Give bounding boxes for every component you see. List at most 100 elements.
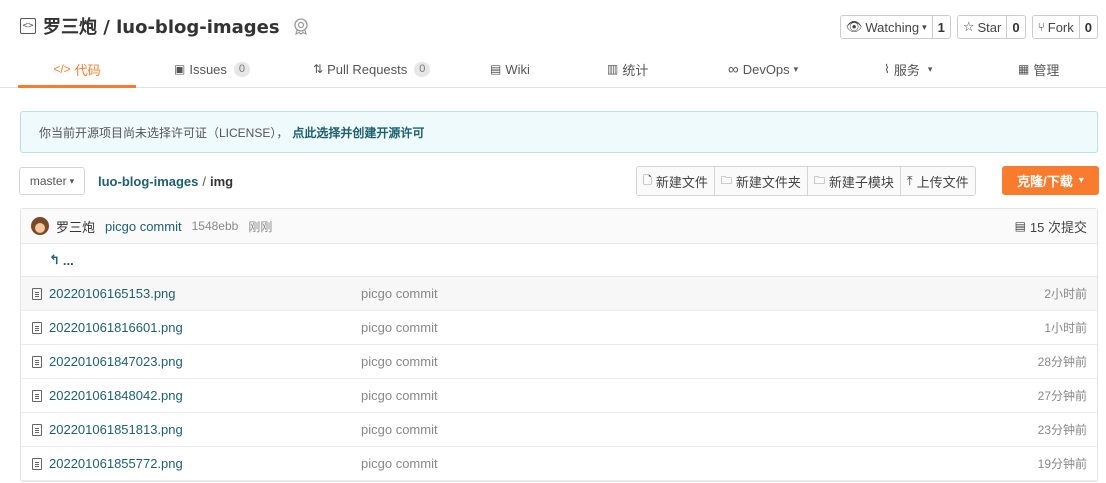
back-arrow-icon: ↰ bbox=[49, 252, 60, 267]
tab-label: Pull Requests bbox=[327, 61, 408, 77]
create-license-link[interactable]: 点此选择并创建开源许可 bbox=[292, 124, 424, 141]
file-name[interactable]: 202201061851813.png bbox=[49, 422, 183, 437]
star-count[interactable]: 0 bbox=[1006, 16, 1025, 38]
fork-icon: ⑂ bbox=[1037, 20, 1045, 34]
commit-count-link[interactable]: ▤ 15 次提交 bbox=[1015, 217, 1087, 236]
file-commit-message[interactable]: picgo commit bbox=[361, 456, 438, 471]
breadcrumb-repo[interactable]: luo-blog-images bbox=[98, 174, 198, 189]
submodule-icon: 🗀 bbox=[813, 174, 825, 187]
repo-header: <> 罗三炮 / luo-blog-images 👁 Watching ▾ 1 ☆ S… bbox=[0, 0, 1106, 88]
commit-author[interactable]: 罗三炮 bbox=[56, 217, 95, 236]
bar-chart-icon: ▥ bbox=[607, 62, 619, 76]
file-actions: 🗋 新建文件 🗀 新建文件夹 🗀 新建子模块 ⤒ 上传文件 bbox=[636, 166, 976, 196]
file-commit-message[interactable]: picgo commit bbox=[361, 320, 438, 335]
clone-label: 克隆/下载 bbox=[1017, 174, 1073, 189]
infinity-icon: ∞ bbox=[728, 60, 739, 78]
issues-count: 0 bbox=[233, 61, 251, 77]
upload-icon: ⤒ bbox=[906, 173, 913, 188]
license-notice: 你当前开源项目尚未选择许可证（LICENSE）， 点此选择并创建开源许可 bbox=[20, 111, 1098, 153]
fork-count[interactable]: 0 bbox=[1078, 16, 1097, 38]
file-commit-time: 27分钟前 bbox=[1037, 389, 1087, 403]
file-commit-message[interactable]: picgo commit bbox=[361, 286, 438, 301]
table-row[interactable]: 202201061855772.png picgo commit 19分钟前 bbox=[21, 447, 1097, 481]
fork-button[interactable]: ⑂ Fork 0 bbox=[1031, 15, 1098, 39]
table-row[interactable]: 20220106165153.png picgo commit 2小时前 bbox=[21, 277, 1097, 311]
tab-code[interactable]: </> 代码 bbox=[18, 50, 136, 88]
file-icon bbox=[32, 458, 42, 470]
repo-actions: 👁 Watching ▾ 1 ☆ Star 0 ⑂ Fork 0 bbox=[839, 15, 1098, 39]
new-folder-label: 新建文件夹 bbox=[735, 174, 801, 190]
file-commit-time: 28分钟前 bbox=[1037, 355, 1087, 369]
pulse-icon: ⌇ bbox=[884, 62, 890, 76]
commit-message[interactable]: picgo commit bbox=[105, 219, 182, 234]
new-folder-button[interactable]: 🗀 新建文件夹 bbox=[713, 167, 807, 195]
clone-download-button[interactable]: 克隆/下载 ▾ bbox=[1002, 166, 1099, 195]
file-icon bbox=[32, 390, 42, 402]
file-commit-time: 23分钟前 bbox=[1037, 423, 1087, 437]
tab-label: 统计 bbox=[622, 62, 649, 78]
tab-devops[interactable]: ∞ DevOps ▾ bbox=[728, 50, 798, 88]
file-commit-message[interactable]: picgo commit bbox=[361, 388, 438, 403]
commit-hash[interactable]: 1548ebb bbox=[192, 219, 239, 233]
file-commit-message[interactable]: picgo commit bbox=[361, 354, 438, 369]
commit-count: 15 次提交 bbox=[1029, 219, 1087, 235]
upload-button[interactable]: ⤒ 上传文件 bbox=[899, 167, 975, 195]
file-commit-time: 19分钟前 bbox=[1037, 457, 1087, 471]
fork-label: Fork bbox=[1047, 19, 1074, 35]
file-icon bbox=[32, 356, 42, 368]
caret-down-icon: ▾ bbox=[69, 175, 75, 186]
upload-label: 上传文件 bbox=[916, 174, 969, 190]
new-submodule-button[interactable]: 🗀 新建子模块 bbox=[806, 167, 900, 195]
active-tab-indicator bbox=[18, 85, 136, 88]
tab-label: 代码 bbox=[74, 62, 101, 78]
new-folder-icon: 🗀 bbox=[720, 174, 732, 187]
new-submodule-label: 新建子模块 bbox=[828, 174, 894, 190]
file-name[interactable]: 202201061816601.png bbox=[49, 320, 183, 335]
tab-services[interactable]: ⌇ 服务 ▾ bbox=[884, 50, 932, 88]
file-name[interactable]: 202201061855772.png bbox=[49, 456, 183, 471]
breadcrumb-separator: / bbox=[202, 174, 207, 189]
tab-label: DevOps bbox=[742, 61, 790, 77]
table-row[interactable]: 202201061848042.png picgo commit 27分钟前 bbox=[21, 379, 1097, 413]
parent-directory-link[interactable]: ↰ ... bbox=[21, 244, 1097, 277]
commits-icon: ▤ bbox=[1014, 219, 1026, 233]
watch-count[interactable]: 1 bbox=[931, 16, 950, 38]
file-commit-message[interactable]: picgo commit bbox=[361, 422, 438, 437]
breadcrumb-current: img bbox=[210, 174, 234, 189]
file-list: 罗三炮 picgo commit 1548ebb 刚刚 ▤ 15 次提交 ↰ .… bbox=[20, 208, 1098, 482]
star-button[interactable]: ☆ Star 0 bbox=[956, 15, 1026, 39]
new-file-button[interactable]: 🗋 新建文件 bbox=[637, 167, 714, 195]
file-commit-time: 1小时前 bbox=[1044, 321, 1087, 335]
tab-label: Wiki bbox=[505, 61, 530, 77]
repo-title-row: <> 罗三炮 / luo-blog-images bbox=[20, 14, 310, 38]
file-icon bbox=[32, 322, 42, 334]
settings-doc-icon: ▦ bbox=[1018, 62, 1030, 76]
tab-stats[interactable]: ▥ 统计 bbox=[607, 50, 648, 88]
avatar[interactable] bbox=[31, 217, 49, 235]
file-name[interactable]: 202201061848042.png bbox=[49, 388, 183, 403]
table-row[interactable]: 202201061816601.png picgo commit 1小时前 bbox=[21, 311, 1097, 345]
table-row[interactable]: 202201061851813.png picgo commit 23分钟前 bbox=[21, 413, 1097, 447]
branch-selector[interactable]: master ▾ bbox=[19, 167, 85, 195]
pull-requests-count: 0 bbox=[414, 61, 431, 77]
watch-button[interactable]: 👁 Watching ▾ 1 bbox=[839, 15, 951, 39]
file-icon bbox=[32, 288, 42, 300]
book-icon: ▤ bbox=[490, 62, 502, 76]
code-icon: </> bbox=[53, 62, 71, 76]
gvp-badge-icon[interactable] bbox=[292, 17, 310, 35]
repo-title[interactable]: 罗三炮 / luo-blog-images bbox=[43, 13, 280, 39]
tab-pull-requests[interactable]: ⇅ Pull Requests 0 bbox=[313, 50, 431, 88]
issue-icon: ▣ bbox=[174, 62, 186, 76]
tab-issues[interactable]: ▣ Issues 0 bbox=[174, 50, 251, 88]
new-file-label: 新建文件 bbox=[655, 174, 708, 190]
code-icon: <> bbox=[20, 18, 36, 34]
caret-down-icon: ▾ bbox=[1078, 175, 1084, 186]
table-row[interactable]: 202201061847023.png picgo commit 28分钟前 bbox=[21, 345, 1097, 379]
file-name[interactable]: 202201061847023.png bbox=[49, 354, 183, 369]
tab-wiki[interactable]: ▤ Wiki bbox=[490, 50, 530, 88]
watch-label: Watching bbox=[865, 19, 920, 35]
file-name[interactable]: 20220106165153.png bbox=[49, 286, 176, 301]
tab-manage[interactable]: ▦ 管理 bbox=[1018, 50, 1059, 88]
caret-down-icon: ▾ bbox=[927, 63, 933, 74]
new-file-icon: 🗋 bbox=[643, 174, 652, 187]
